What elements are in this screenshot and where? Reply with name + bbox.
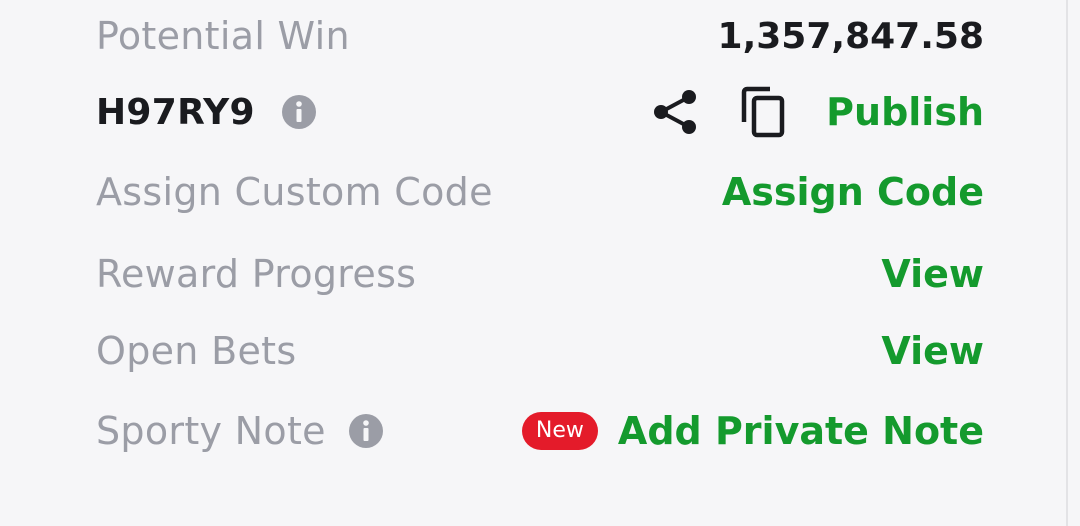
potential-win-label: Potential Win — [96, 14, 350, 58]
add-private-note-button[interactable]: Add Private Note — [618, 409, 984, 453]
info-icon[interactable] — [281, 94, 317, 130]
open-bets-label: Open Bets — [96, 329, 297, 373]
assign-custom-code-row: Assign Custom Code Assign Code — [96, 166, 984, 218]
assign-code-button[interactable]: Assign Code — [722, 170, 984, 214]
sporty-note-label: Sporty Note — [96, 409, 326, 453]
potential-win-row: Potential Win 1,357,847.58 — [96, 12, 984, 60]
open-bets-view-button[interactable]: View — [881, 329, 984, 373]
reward-progress-view-button[interactable]: View — [881, 252, 984, 296]
booking-code-row: H97RY9 Publish — [96, 86, 984, 138]
scrollbar-edge — [1066, 0, 1080, 526]
publish-button[interactable]: Publish — [826, 90, 984, 134]
copy-icon[interactable] — [740, 86, 786, 138]
sporty-note-row: Sporty Note New Add Private Note — [96, 405, 984, 457]
booking-code-group: H97RY9 — [96, 92, 317, 133]
booking-actions: Publish — [652, 86, 984, 138]
info-icon[interactable] — [348, 413, 384, 449]
potential-win-value: 1,357,847.58 — [717, 15, 984, 57]
reward-progress-label: Reward Progress — [96, 252, 417, 296]
open-bets-row: Open Bets View — [96, 325, 984, 377]
share-icon[interactable] — [652, 87, 698, 137]
assign-custom-code-label: Assign Custom Code — [96, 170, 493, 214]
sporty-note-group: Sporty Note — [96, 409, 384, 453]
reward-progress-row: Reward Progress View — [96, 248, 984, 300]
new-badge: New — [521, 412, 598, 450]
sporty-note-actions: New Add Private Note — [521, 409, 984, 453]
booking-code: H97RY9 — [96, 91, 255, 133]
